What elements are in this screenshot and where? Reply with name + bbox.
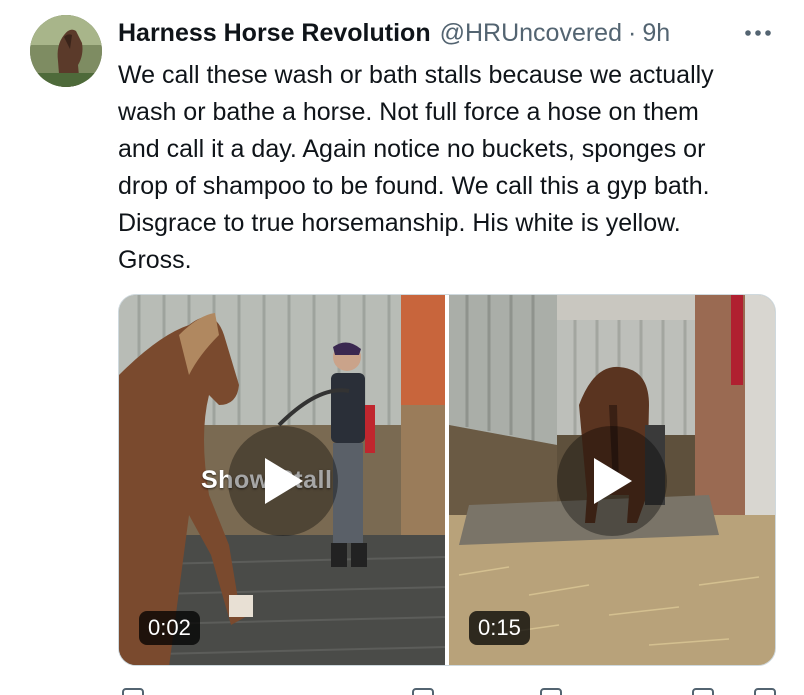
tweet-text-line: We call these wash or bath stalls becaus… [118, 61, 714, 89]
tweet-text-line: Gross. [118, 246, 192, 274]
share-icon[interactable] [754, 688, 776, 695]
tweet-text-line: wash or bathe a horse. Not full force a … [118, 98, 699, 126]
play-button[interactable] [557, 426, 667, 536]
author-avatar[interactable] [30, 15, 102, 87]
video-duration-badge: 0:15 [469, 611, 530, 645]
tweet-text-line: and call it a day. Again notice no bucke… [118, 135, 706, 163]
more-horizontal-icon [745, 30, 771, 36]
tweet-text-line: Disgrace to true horsemanship. His white… [118, 209, 681, 237]
media-grid: Show Stall 0:02 0:15 [118, 294, 776, 666]
like-icon[interactable] [540, 688, 562, 695]
video-player-1[interactable]: Show Stall 0:02 [119, 295, 445, 665]
author-handle[interactable]: @HRUncovered [440, 19, 622, 48]
separator-dot: · [627, 18, 637, 47]
play-button[interactable] [228, 426, 338, 536]
more-options-button[interactable] [742, 20, 774, 46]
play-icon [594, 458, 632, 504]
play-icon [265, 458, 303, 504]
retweet-icon[interactable] [412, 688, 434, 695]
author-display-name[interactable]: Harness Horse Revolution [118, 19, 431, 48]
bookmark-icon[interactable] [692, 688, 714, 695]
reply-icon[interactable] [122, 688, 144, 695]
tweet-timestamp[interactable]: 9h [642, 19, 670, 48]
video-player-2[interactable]: 0:15 [449, 295, 775, 665]
tweet-header: Harness Horse Revolution @HRUncovered · … [118, 16, 670, 50]
video-duration-badge: 0:02 [139, 611, 200, 645]
tweet-action-bar [118, 688, 778, 695]
tweet-text-line: drop of shampoo to be found. We call thi… [118, 172, 710, 200]
tweet-text: We call these wash or bath stalls becaus… [118, 57, 788, 279]
